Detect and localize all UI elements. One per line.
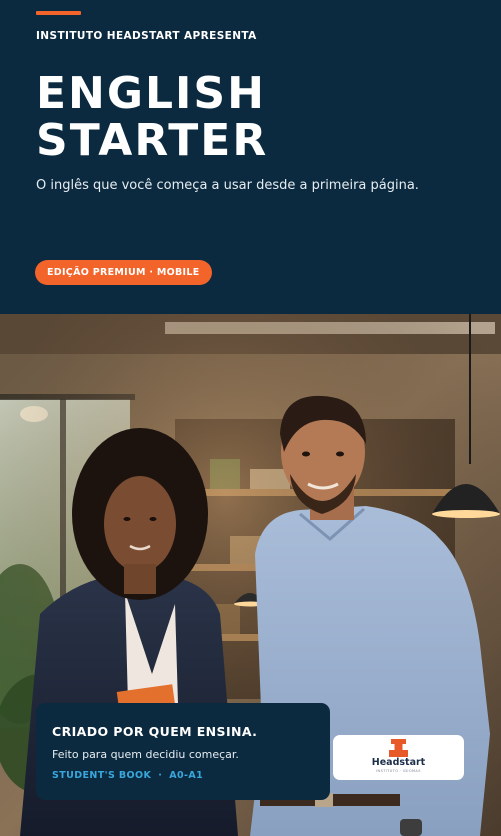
title-line-1: ENGLISH [36,68,266,119]
accent-bar [36,11,81,15]
page-title: ENGLISH STARTER [36,70,268,164]
info-card-tags: STUDENT'S BOOK · A0-A1 [52,770,203,781]
logo-tagline: INSTITUTO · IDIOMAS [376,769,421,773]
tag-level: A0-A1 [169,770,204,781]
brand-logo: Headstart INSTITUTO · IDIOMAS [333,735,464,780]
edition-badge: EDIÇÃO PREMIUM · MOBILE [35,260,212,285]
presenter-label: INSTITUTO HEADSTART APRESENTA [36,30,257,42]
subtitle: O inglês que você começa a usar desde a … [36,178,419,193]
cover-header: INSTITUTO HEADSTART APRESENTA ENGLISH ST… [0,0,501,314]
info-card: CRIADO POR QUEM ENSINA. Feito para quem … [36,703,330,800]
info-card-line: Feito para quem decidiu começar. [52,748,239,761]
title-line-2: STARTER [36,115,269,166]
tag-separator: · [158,770,163,781]
logo-wordmark: Headstart [371,757,426,768]
tag-book: STUDENT'S BOOK [52,770,152,781]
headstart-logo-icon [389,739,408,757]
info-card-title: CRIADO POR QUEM ENSINA. [52,724,258,739]
